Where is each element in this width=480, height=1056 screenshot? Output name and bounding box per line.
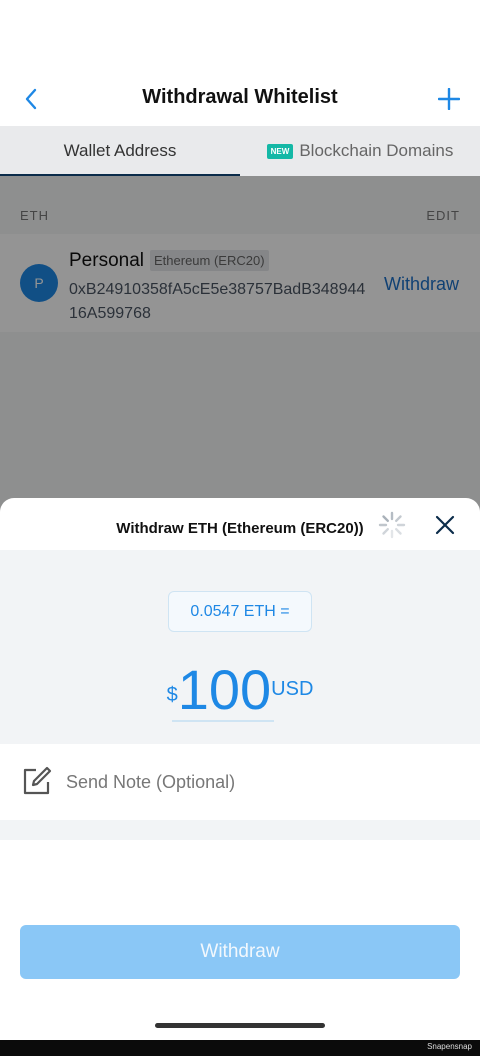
- new-badge: NEW: [266, 143, 294, 159]
- watermark: Snapensnap: [427, 1042, 472, 1051]
- amount-panel: 0.0547 ETH = $100USD: [0, 550, 480, 744]
- send-note-field[interactable]: Send Note (Optional): [0, 744, 480, 820]
- sheet-title: Withdraw ETH (Ethereum (ERC20)): [116, 519, 364, 537]
- close-button[interactable]: [430, 510, 460, 540]
- divider: [0, 820, 480, 840]
- screen: Withdrawal Whitelist Wallet Address NEW …: [0, 0, 480, 1056]
- tab-blockchain-domains[interactable]: NEW Blockchain Domains: [240, 126, 480, 176]
- eth-equivalent-pill[interactable]: 0.0547 ETH =: [168, 591, 312, 632]
- withdraw-sheet: Withdraw ETH (Ethereum (ERC20)) 0.0547 E…: [0, 498, 480, 1056]
- home-indicator: [155, 1023, 325, 1028]
- footer-bar: Snapensnap: [0, 1040, 480, 1056]
- amount-unit: USD: [271, 678, 314, 700]
- plus-icon: [438, 88, 460, 110]
- amount-underline: [172, 720, 274, 722]
- close-icon: [435, 515, 455, 535]
- amount-input[interactable]: $100USD: [0, 656, 480, 724]
- tab-label: Blockchain Domains: [299, 141, 454, 160]
- add-address-button[interactable]: [434, 84, 464, 114]
- edit-note-icon: [23, 766, 52, 795]
- amount-value: 100: [177, 658, 272, 721]
- header: Withdrawal Whitelist: [0, 0, 480, 126]
- tab-wallet-address[interactable]: Wallet Address: [0, 126, 240, 176]
- tab-label: Wallet Address: [63, 141, 177, 160]
- currency-symbol: $: [166, 684, 178, 706]
- note-placeholder: Send Note (Optional): [66, 772, 236, 792]
- withdraw-button[interactable]: Withdraw: [20, 925, 460, 979]
- page-title: Withdrawal Whitelist: [142, 86, 338, 108]
- spinner-icon: [378, 511, 406, 539]
- tab-bar: Wallet Address NEW Blockchain Domains: [0, 126, 480, 176]
